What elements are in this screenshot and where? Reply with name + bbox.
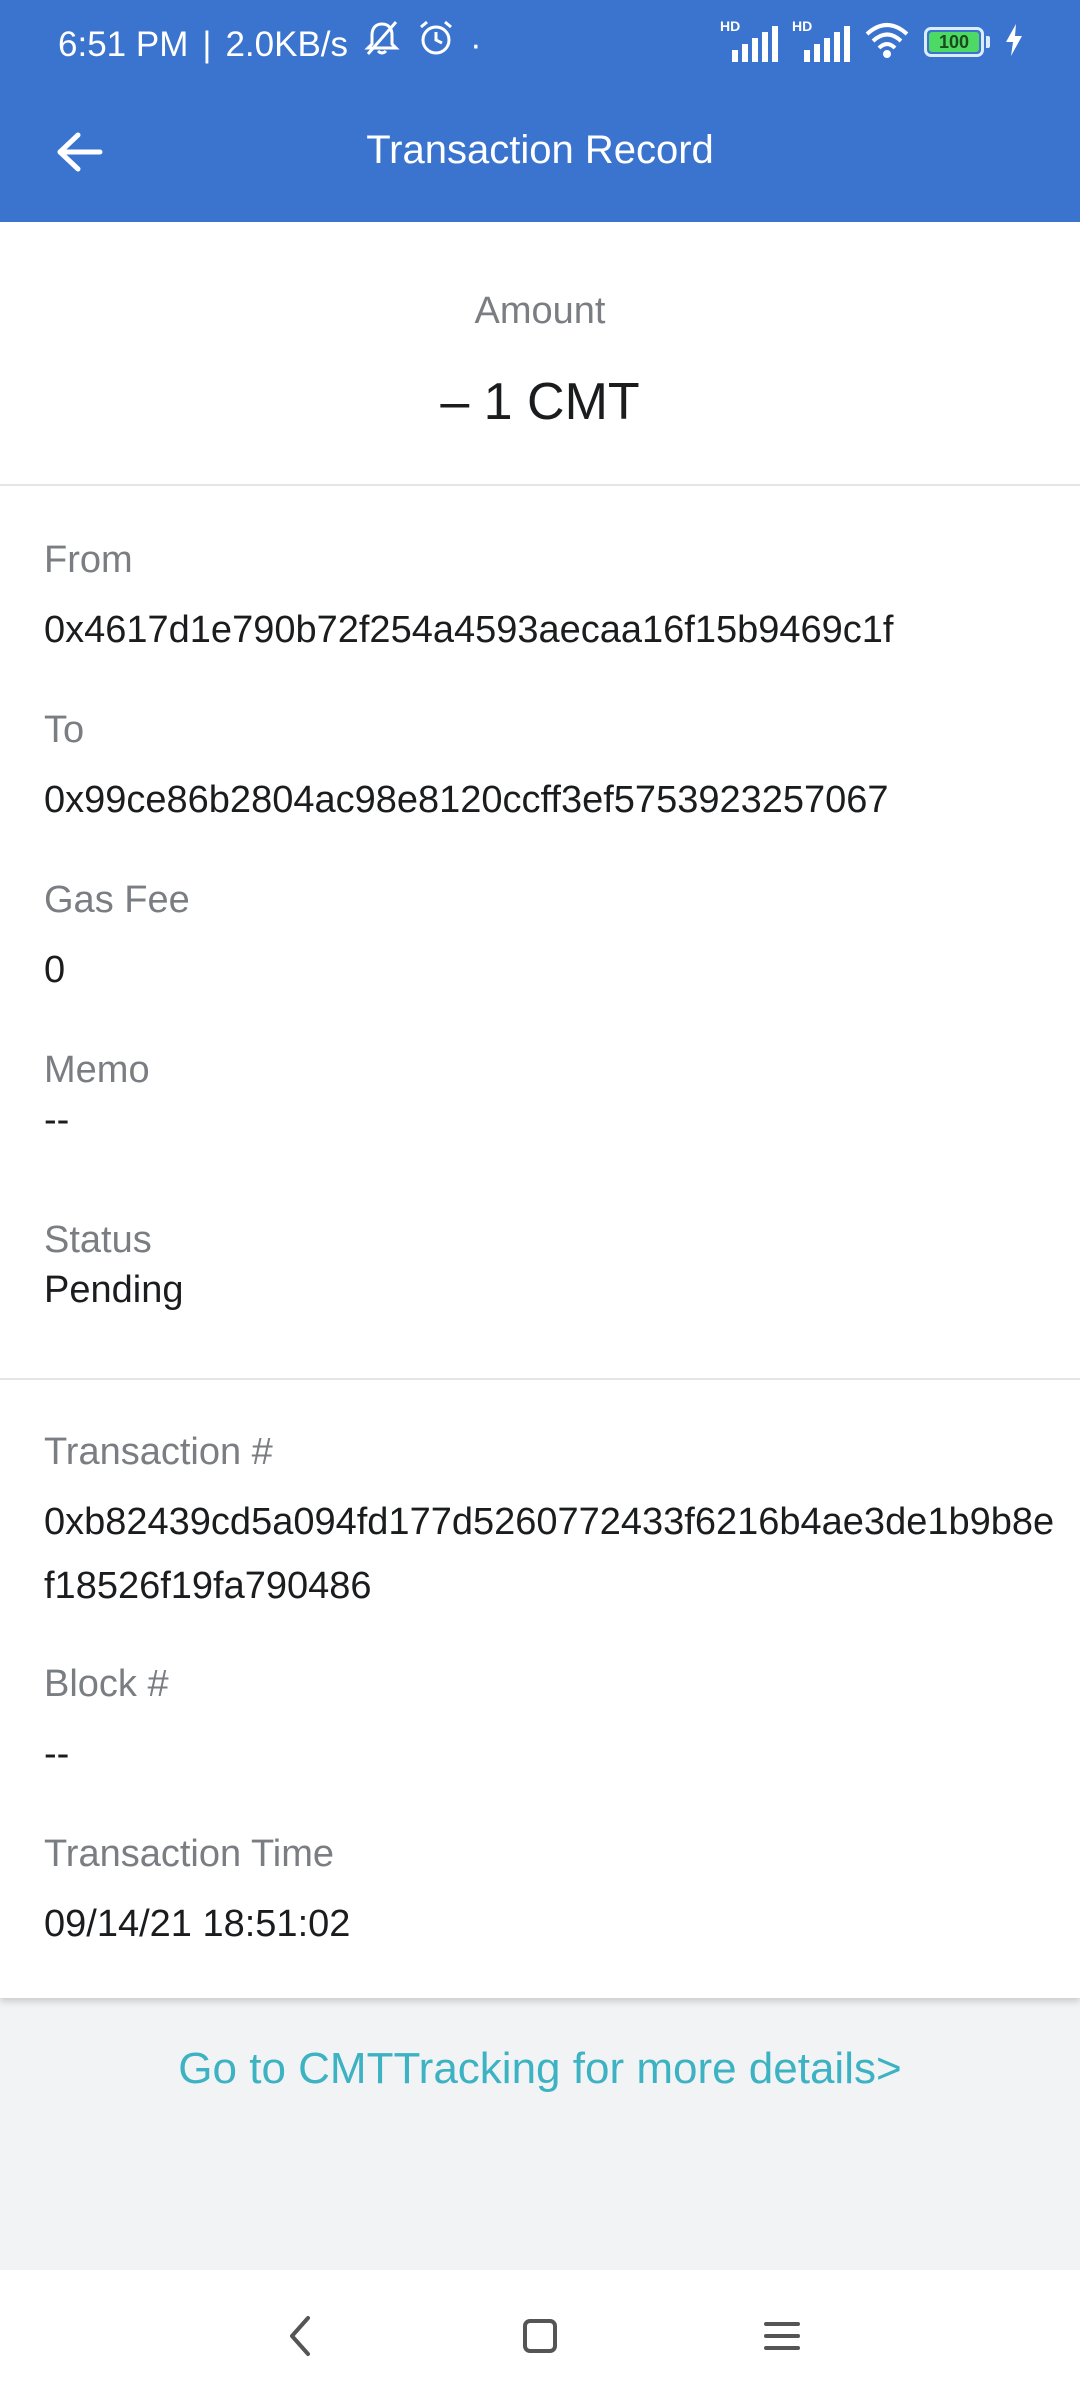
alarm-icon [416,18,456,71]
cmttracking-link[interactable]: Go to CMTTracking for more details> [0,2044,1080,2094]
from-address: 0x4617d1e790b72f254a4593aecaa16f15b9469c… [44,609,894,651]
transaction-hash-value: 0xb82439cd5a094fd177d5260772433f6216b4ae… [44,1501,1055,1607]
block-label: Block # [44,1663,169,1705]
charging-icon [1004,23,1024,61]
gas-fee-value: 0 [44,949,66,991]
details-card: From 0x4617d1e790b72f254a4593aecaa16f15b… [0,486,1080,1380]
transaction-time-label: Transaction Time [44,1833,335,1875]
nav-menu-button[interactable] [752,2308,812,2368]
nav-back-button[interactable] [270,2308,330,2368]
memo-value: -- [44,1099,70,1141]
amount-value: – 1 CMT [440,373,640,431]
memo-label: Memo [44,1049,150,1091]
hd-signal-icon: HD [792,18,850,62]
transaction-time-value: 09/14/21 18:51:02 [44,1903,351,1945]
nav-menu-icon [762,2316,802,2361]
toolbar: Transaction Record [0,84,1080,222]
nav-home-button[interactable] [510,2308,570,2368]
from-label: From [44,539,133,581]
status-time: 6:51 PM [58,24,189,64]
status-speed: 2.0KB/s [225,24,349,64]
battery-level: 100 [938,31,970,52]
block-value: -- [44,1733,70,1775]
battery-cap [986,36,990,48]
amount-label: Amount [474,290,606,332]
system-nav-bar [0,2270,1080,2400]
page-title: Transaction Record [366,128,714,172]
status-label: Status [44,1219,152,1261]
status-left: 6:51 PM | 2.0KB/s · [58,18,482,71]
wifi-icon [864,20,910,65]
status-right: HD HD 100 [720,18,1024,65]
hd-signal-icon: HD [720,18,778,62]
gas-fee-label: Gas Fee [44,879,190,921]
transaction-card: Transaction # 0xb82439cd5a094fd177d52607… [0,1380,1080,1998]
nav-back-icon [282,2314,318,2363]
status-dot: · [470,24,482,64]
nav-home-icon [520,2316,560,2361]
transaction-hash-label: Transaction # [44,1431,273,1473]
mute-icon [362,18,402,71]
status-bar: 6:51 PM | 2.0KB/s · HD HD 100 [0,0,1080,84]
amount-card: Amount – 1 CMT [0,222,1080,486]
status-value: Pending [44,1269,184,1311]
app-header: 6:51 PM | 2.0KB/s · HD HD 100 Transactio… [0,0,1080,222]
status-separator: | [202,24,212,64]
to-address: 0x99ce86b2804ac98e8120ccff3ef57539232570… [44,779,889,821]
to-label: To [44,709,85,751]
battery-icon: 100 [924,27,984,57]
